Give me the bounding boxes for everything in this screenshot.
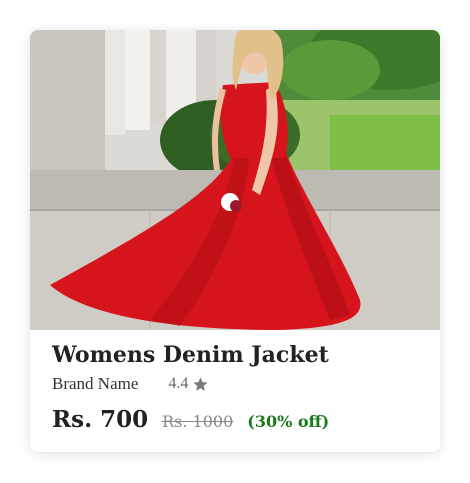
product-meta: Brand Name 4.4 xyxy=(52,374,424,394)
original-price: Rs. 1000 xyxy=(162,412,234,432)
product-info: Womens Denim Jacket Brand Name 4.4 Rs. 7… xyxy=(52,342,424,433)
brand-name[interactable]: Brand Name xyxy=(52,374,138,394)
product-title[interactable]: Womens Denim Jacket xyxy=(52,342,424,368)
product-card[interactable]: Womens Denim Jacket Brand Name 4.4 Rs. 7… xyxy=(30,30,440,452)
current-price: Rs. 700 xyxy=(52,406,149,434)
rating-value: 4.4 xyxy=(168,375,189,393)
star-icon xyxy=(192,376,209,393)
product-image[interactable] xyxy=(30,30,440,330)
discount-label: (30% off) xyxy=(247,412,330,432)
price-row: Rs. 700 Rs. 1000 (30% off) xyxy=(52,406,424,433)
